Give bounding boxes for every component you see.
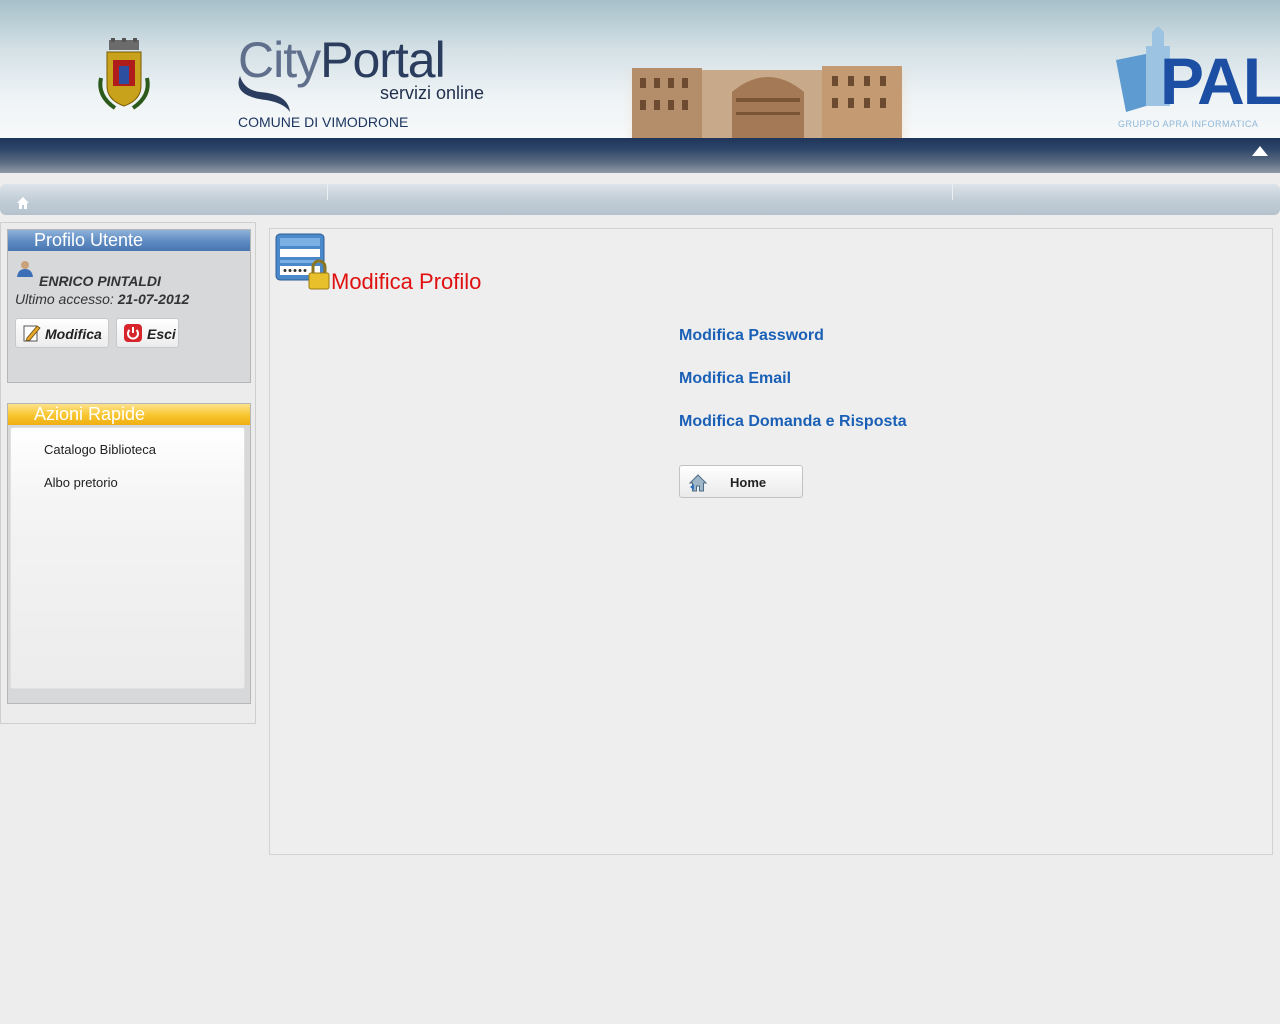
last-access-date: 21-07-2012 [117,291,190,307]
partner-subtitle: GRUPPO APRA INFORMATICA [1118,119,1259,129]
home-button[interactable]: Home [679,465,803,498]
top-nav-bar [0,138,1280,173]
quick-item-catalogo-biblioteca[interactable]: Catalogo Biblioteca [44,442,156,457]
municipal-crest-icon [98,38,150,110]
login-lock-icon [275,233,330,290]
page-title: Modifica Profilo [331,269,482,294]
quick-item-albo-pretorio[interactable]: Albo pretorio [44,475,118,490]
quick-actions-panel: Azioni Rapide Catalogo Biblioteca Albo p… [7,403,251,704]
main-content: Modifica Profilo Modifica Password Modif… [269,228,1273,855]
quick-actions-title: Azioni Rapide [8,404,250,425]
profile-panel-title: Profilo Utente [8,230,250,251]
header-banner: CityPortal servizi online COMUNE DI VIMO… [0,0,1280,138]
home-icon[interactable] [16,196,30,210]
user-icon [17,261,33,277]
modify-email-link[interactable]: Modifica Email [679,370,791,388]
modify-profile-button[interactable]: Modifica [15,318,109,348]
modify-password-link[interactable]: Modifica Password [679,327,824,345]
triangle-up-icon[interactable] [1252,146,1268,156]
breadcrumb [0,184,1280,215]
municipality-name: COMUNE DI VIMODRONE [238,114,409,130]
exit-button[interactable]: Esci [116,318,179,348]
home-button-label: Home [730,475,767,490]
breadcrumb-divider [327,184,328,200]
profile-panel: Profilo Utente ENRICO PINTALDI Ultimo ac… [7,229,251,383]
buildings-image [622,66,914,138]
user-name: ENRICO PINTALDI [39,273,161,289]
home-icon [688,474,708,492]
sidebar: Profilo Utente ENRICO PINTALDI Ultimo ac… [0,222,256,724]
modify-question-answer-link[interactable]: Modifica Domanda e Risposta [679,413,907,431]
power-icon [124,324,142,342]
partner-logo: PAL [1160,44,1280,118]
last-access: Ultimo accesso: 21-07-2012 [15,291,190,307]
breadcrumb-divider [952,184,953,200]
cityportal-logo: CityPortal [238,32,446,88]
logo-subtitle: servizi online [380,83,485,103]
edit-icon [23,325,41,342]
quick-actions-list: Catalogo Biblioteca Albo pretorio [10,427,245,689]
